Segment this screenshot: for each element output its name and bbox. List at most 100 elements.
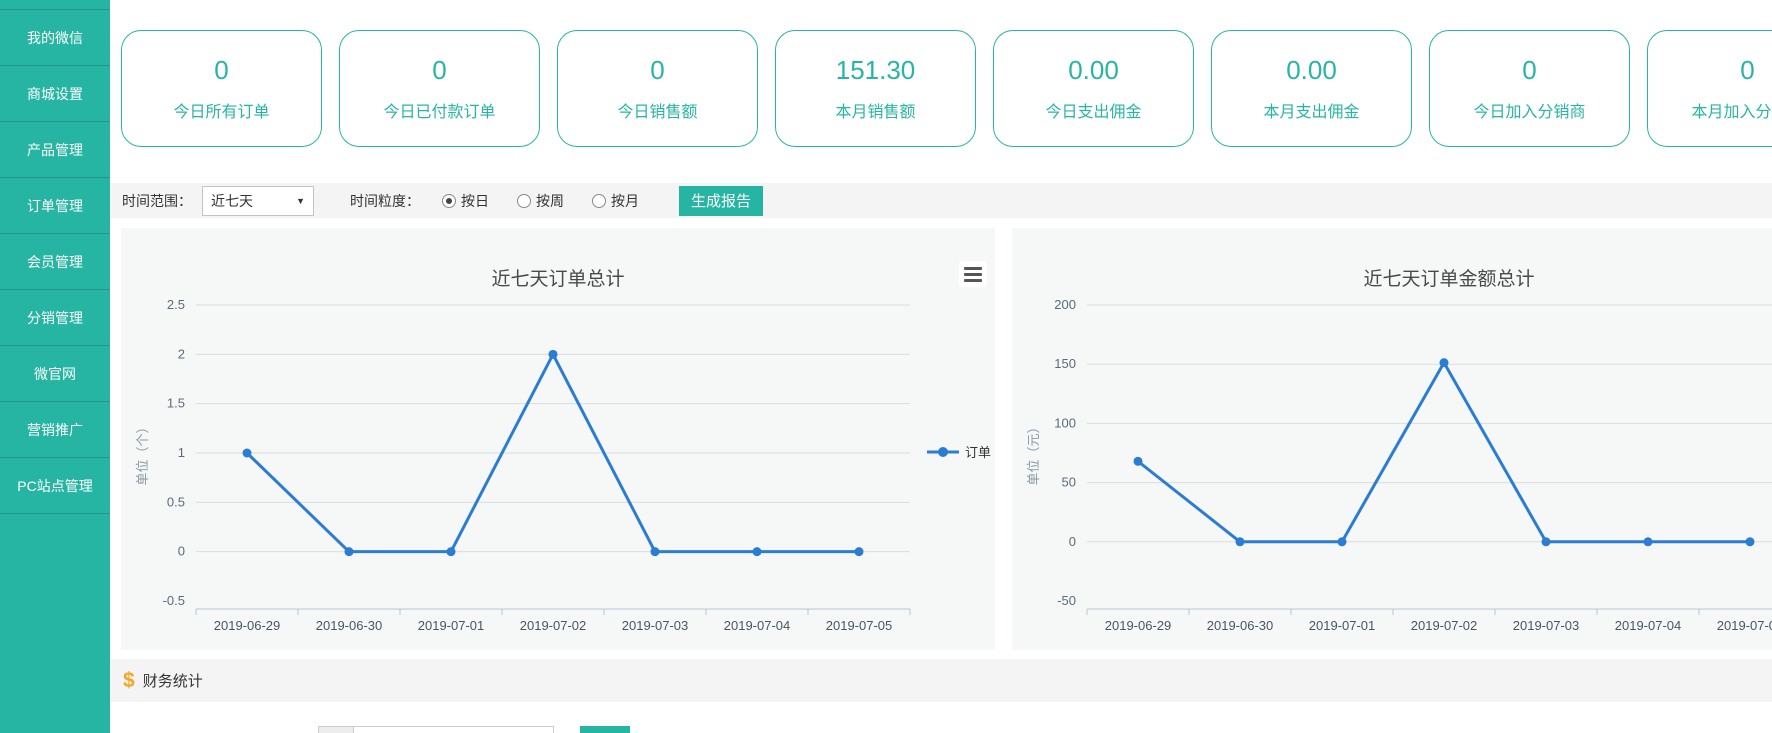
sidebar-item-label: 分销管理 [27, 308, 83, 328]
stat-label: 今日加入分销商 [1473, 98, 1585, 122]
orders-chart-panel: 近七天订单总计 2.521.510.50-0.52019-06-292019-0… [121, 228, 995, 650]
sidebar-item-my-wechat[interactable]: 我的微信 [0, 10, 110, 66]
svg-text:2019-07-03: 2019-07-03 [1513, 618, 1580, 633]
sidebar-item-label: 商城设置 [27, 84, 83, 104]
generate-report-button[interactable]: 生成报告 [679, 186, 763, 216]
radio-unselected-icon [517, 194, 531, 208]
svg-text:单位（个）: 单位（个） [135, 420, 150, 485]
chevron-down-icon: ▼ [296, 196, 305, 206]
stat-label: 今日支出佣金 [1045, 98, 1141, 122]
svg-text:-0.5: -0.5 [163, 593, 185, 608]
svg-text:1: 1 [178, 445, 185, 460]
svg-text:2019-07-04: 2019-07-04 [724, 618, 791, 633]
sidebar-item-label: 营销推广 [27, 420, 83, 440]
svg-text:2.5: 2.5 [167, 297, 185, 312]
radio-selected-icon [442, 194, 456, 208]
sidebar-item-mall-settings[interactable]: 商城设置 [0, 66, 110, 122]
svg-text:150: 150 [1054, 356, 1076, 371]
stat-value: 0.00 [1068, 55, 1119, 86]
radio-unselected-icon [592, 194, 606, 208]
stat-value: 0 [1740, 55, 1754, 86]
svg-text:2019-07-02: 2019-07-02 [1411, 618, 1478, 633]
stat-label: 本月销售额 [835, 98, 915, 122]
stat-card-today-sales: 0 今日销售额 [557, 30, 758, 147]
date-input[interactable] [354, 726, 554, 733]
stat-card-month-distributors: 0 本月加入分销商 [1647, 30, 1772, 147]
app-layout: 我的微信 商城设置 产品管理 订单管理 会员管理 分销管理 微官网 营销推广 P… [0, 0, 1772, 733]
svg-text:2019-07-02: 2019-07-02 [520, 618, 587, 633]
sidebar-item-marketing[interactable]: 营销推广 [0, 402, 110, 458]
radio-by-month[interactable]: 按月 [592, 191, 639, 211]
svg-text:2019-06-29: 2019-06-29 [1105, 618, 1172, 633]
svg-text:2019-07-01: 2019-07-01 [418, 618, 485, 633]
sidebar-item-member-mgmt[interactable]: 会员管理 [0, 234, 110, 290]
radio-by-week[interactable]: 按周 [517, 191, 564, 211]
stat-label: 本月支出佣金 [1263, 98, 1359, 122]
stat-value: 0 [650, 55, 664, 86]
time-range-label: 时间范围： [122, 191, 192, 211]
stat-label: 今日已付款订单 [383, 98, 495, 122]
sidebar-item-label: 订单管理 [27, 196, 83, 216]
sidebar-item-label: 我的微信 [27, 28, 83, 48]
stat-card-today-paid-orders: 0 今日已付款订单 [339, 30, 540, 147]
time-range-select[interactable]: 近七天 ▼ [202, 186, 314, 216]
sidebar-item-distribution-mgmt[interactable]: 分销管理 [0, 290, 110, 346]
radio-label: 按周 [536, 191, 564, 211]
stat-value: 0 [214, 55, 228, 86]
svg-text:单位（元）: 单位（元） [1026, 420, 1041, 485]
stat-value: 0 [1522, 55, 1536, 86]
radio-label: 按月 [611, 191, 639, 211]
svg-text:2019-06-30: 2019-06-30 [316, 618, 383, 633]
stat-value: 0 [432, 55, 446, 86]
svg-text:2019-07-01: 2019-07-01 [1309, 618, 1376, 633]
order-amount-chart-panel: 近七天订单金额总计 200150100500-502019-06-292019-… [1012, 228, 1772, 650]
sidebar-item-micro-site[interactable]: 微官网 [0, 346, 110, 402]
stat-label: 今日所有订单 [173, 98, 269, 122]
svg-text:2019-07-05: 2019-07-05 [1717, 618, 1772, 633]
svg-text:0: 0 [1069, 534, 1076, 549]
radio-by-day[interactable]: 按日 [442, 191, 489, 211]
granularity-radio-group: 按日 按周 按月 [442, 191, 639, 211]
svg-text:2019-06-30: 2019-06-30 [1207, 618, 1274, 633]
stat-label: 今日销售额 [617, 98, 697, 122]
sidebar-item-label: 会员管理 [27, 252, 83, 272]
sidebar-item-label: PC站点管理 [17, 476, 92, 496]
order-amount-line-chart: 200 150 100 50 0 -50 2019-06-29 2019-06-30 2019-… [1012, 228, 1772, 650]
svg-text:200: 200 [1054, 297, 1076, 312]
dollar-icon: $ [123, 669, 135, 693]
sidebar-cutoff-item [0, 0, 110, 10]
finance-section-title: 财务统计 [143, 670, 203, 691]
svg-text:1.5: 1.5 [167, 396, 185, 411]
stat-card-today-distributors: 0 今日加入分销商 [1429, 30, 1630, 147]
sidebar-item-product-mgmt[interactable]: 产品管理 [0, 122, 110, 178]
sidebar-item-label: 产品管理 [27, 140, 83, 160]
stat-card-month-commission: 0.00 本月支出佣金 [1211, 30, 1412, 147]
sidebar: 我的微信 商城设置 产品管理 订单管理 会员管理 分销管理 微官网 营销推广 P… [0, 0, 110, 733]
stat-card-today-commission: 0.00 今日支出佣金 [993, 30, 1194, 147]
main-content: 0 今日所有订单 0 今日已付款订单 0 今日销售额 151.30 本月销售额 … [110, 0, 1772, 733]
finance-query-form [318, 726, 630, 733]
orders-line-chart: 2.521.510.50-0.52019-06-292019-06-302019… [121, 228, 995, 650]
calendar-addon-icon [318, 726, 354, 733]
radio-label: 按日 [461, 191, 489, 211]
sidebar-item-order-mgmt[interactable]: 订单管理 [0, 178, 110, 234]
svg-text:50: 50 [1062, 475, 1076, 490]
stat-label: 本月加入分销商 [1691, 98, 1772, 122]
svg-text:100: 100 [1054, 415, 1076, 430]
stat-value: 151.30 [836, 55, 916, 86]
svg-text:订单: 订单 [965, 445, 991, 460]
svg-text:2019-07-04: 2019-07-04 [1615, 618, 1682, 633]
stat-value: 0.00 [1286, 55, 1337, 86]
svg-text:2019-06-29: 2019-06-29 [214, 618, 281, 633]
stat-cards-row: 0 今日所有订单 0 今日已付款订单 0 今日销售额 151.30 本月销售额 … [121, 30, 1772, 147]
svg-text:-50: -50 [1057, 593, 1076, 608]
sidebar-item-label: 微官网 [34, 364, 76, 384]
query-button[interactable] [580, 726, 630, 733]
time-range-selected-value: 近七天 [211, 191, 253, 211]
stat-card-today-orders: 0 今日所有订单 [121, 30, 322, 147]
finance-section-header: $ 财务统计 [110, 659, 1772, 702]
sidebar-item-pc-site-mgmt[interactable]: PC站点管理 [0, 458, 110, 514]
report-filter-bar: 时间范围： 近七天 ▼ 时间粒度： 按日 按周 按月 [110, 183, 1772, 218]
svg-text:2019-07-05: 2019-07-05 [826, 618, 893, 633]
svg-text:0.5: 0.5 [167, 494, 185, 509]
